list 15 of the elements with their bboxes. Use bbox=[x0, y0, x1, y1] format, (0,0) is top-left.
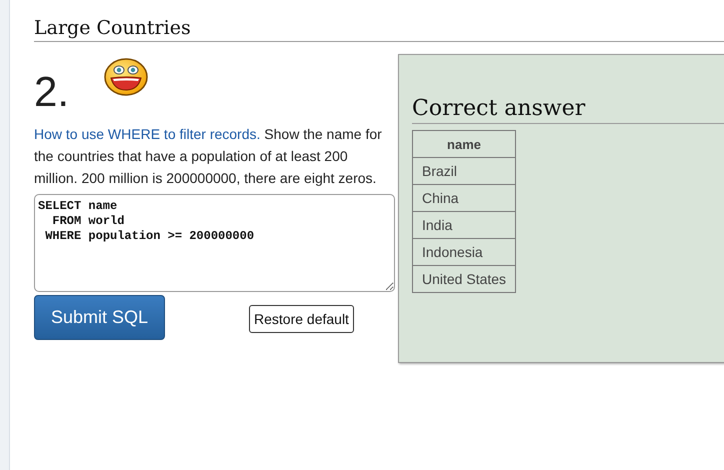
table-cell: United States bbox=[412, 266, 516, 292]
table-cell: India bbox=[412, 212, 516, 238]
help-link[interactable]: How to use WHERE to filter records. bbox=[34, 126, 260, 142]
question-text: How to use WHERE to filter records. Show the name for the countries that have a population of at least 200 million. 200 million is 200000000, there are eight zeros. bbox=[34, 125, 383, 188]
page-heading: Large Countries bbox=[34, 0, 724, 42]
answer-title: Correct answer bbox=[412, 96, 724, 124]
table-cell: China bbox=[412, 184, 516, 212]
smiley-icon bbox=[104, 58, 148, 96]
question-number: 2. bbox=[34, 68, 70, 116]
submit-button[interactable]: Submit SQL bbox=[34, 295, 165, 340]
column-header: name bbox=[412, 130, 516, 158]
restore-button[interactable]: Restore default bbox=[249, 305, 354, 333]
table-cell: Indonesia bbox=[412, 238, 516, 266]
sql-editor[interactable]: SELECT name FROM world WHERE population >= 200000000 bbox=[34, 194, 395, 292]
table-cell: Brazil bbox=[412, 158, 516, 184]
